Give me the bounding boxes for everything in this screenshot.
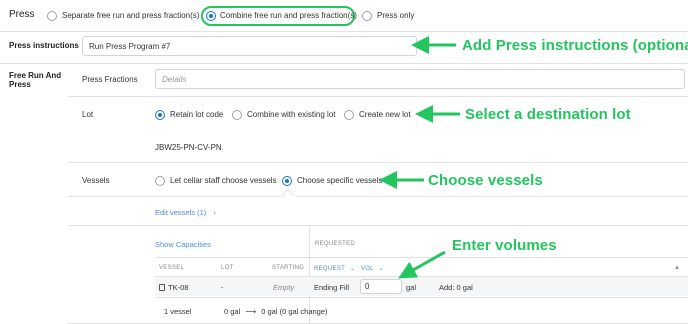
volume-change-after: 0 gal (0 gal change) [261, 307, 328, 316]
lot-label: Lot [82, 110, 94, 119]
radio-combine-label[interactable]: Combine free run and press fraction(s) [220, 11, 357, 20]
radio-press-only[interactable] [362, 11, 372, 21]
vessel-count: 1 vessel [164, 307, 192, 316]
press-fractions-placeholder: Details [162, 74, 187, 84]
caret-pointer [280, 188, 296, 204]
chevron-down-icon: ⌄ [349, 266, 356, 272]
edit-vessels-link[interactable]: Edit vessels (1) › [155, 208, 216, 217]
radio-separate-label[interactable]: Separate free run and press fraction(s) [62, 11, 199, 20]
col-vol-label: VOL [361, 266, 374, 272]
col-starting[interactable]: STARTING [272, 265, 304, 271]
request-cell: Ending Fill [314, 283, 350, 292]
divider [155, 257, 688, 258]
edit-vessels-label: Edit vessels (1) [155, 208, 207, 217]
press-fractions-label: Press Fractions [82, 75, 138, 84]
volume-value: 0 [365, 282, 370, 291]
requested-header: REQUESTED [315, 241, 356, 247]
instructions-label: Press instructions [9, 41, 79, 50]
arrow-volumes [398, 250, 446, 279]
radio-specific-vessels[interactable] [282, 176, 292, 186]
press-title: Press [9, 9, 35, 20]
chevron-right-icon: › [213, 208, 216, 217]
vessel-cell[interactable]: TK-08 [159, 283, 188, 292]
volume-unit: gal [406, 283, 417, 292]
vessel-name: TK-08 [168, 283, 189, 292]
radio-separate[interactable] [47, 11, 57, 21]
tank-icon [159, 284, 165, 291]
radio-combine[interactable] [206, 11, 216, 21]
free-run-label-1: Free Run And [9, 71, 62, 80]
sort-up-icon[interactable]: ▲ [674, 265, 680, 271]
radio-press-only-label[interactable]: Press only [377, 11, 414, 20]
radio-retain-lot-label[interactable]: Retain lot code [170, 110, 223, 119]
press-fractions-input[interactable]: Details [155, 69, 685, 89]
volume-change-before: 0 gal [224, 307, 241, 316]
divider [68, 225, 688, 226]
annotation-instructions: Add Press instructions (optional) [462, 37, 688, 54]
arrow-right-icon: ⟶ [245, 307, 257, 316]
radio-combine-lot[interactable] [232, 110, 242, 120]
free-run-label-2: Press [9, 80, 31, 89]
divider [0, 31, 688, 32]
col-vessel[interactable]: VESSEL [159, 265, 184, 271]
starting-cell: Empty [273, 283, 295, 292]
vessels-label: Vessels [82, 176, 110, 185]
col-request-label: REQUEST [314, 266, 345, 272]
divider [68, 96, 688, 97]
divider [68, 162, 688, 163]
radio-combine-lot-label[interactable]: Combine with existing lot [247, 110, 335, 119]
divider [0, 63, 688, 64]
divider [68, 196, 280, 197]
col-vol[interactable]: VOL ⌄ [361, 265, 384, 272]
instructions-value: Run Press Program #7 [89, 41, 171, 51]
lot-cell: - [221, 283, 224, 292]
instructions-input[interactable]: Run Press Program #7 [82, 36, 417, 56]
chevron-down-icon: ⌄ [378, 266, 384, 272]
add-volume: Add: 0 gal [439, 283, 473, 292]
table-row [155, 277, 688, 296]
radio-retain-lot[interactable] [155, 110, 165, 120]
lot-code: JBW25-PN-CV-PN [155, 143, 222, 152]
annotation-volumes: Enter volumes [452, 237, 557, 254]
divider [155, 297, 688, 298]
annotation-lot: Select a destination lot [465, 106, 631, 123]
radio-cellar-staff-label[interactable]: Let cellar staff choose vessels [170, 176, 277, 185]
radio-new-lot-label[interactable]: Create new lot [359, 110, 411, 119]
annotation-vessels: Choose vessels [428, 172, 543, 189]
show-capacities-link[interactable]: Show Capacities [155, 240, 211, 249]
divider [296, 196, 688, 197]
volume-change: 0 gal ⟶ 0 gal (0 gal change) [224, 307, 328, 316]
volume-input[interactable]: 0 [360, 279, 402, 294]
radio-new-lot[interactable] [344, 110, 354, 120]
radio-specific-vessels-label[interactable]: Choose specific vessels [297, 176, 382, 185]
col-request[interactable]: REQUEST ⌄ [314, 265, 355, 272]
col-lot[interactable]: LOT [221, 265, 234, 271]
radio-cellar-staff[interactable] [155, 176, 165, 186]
